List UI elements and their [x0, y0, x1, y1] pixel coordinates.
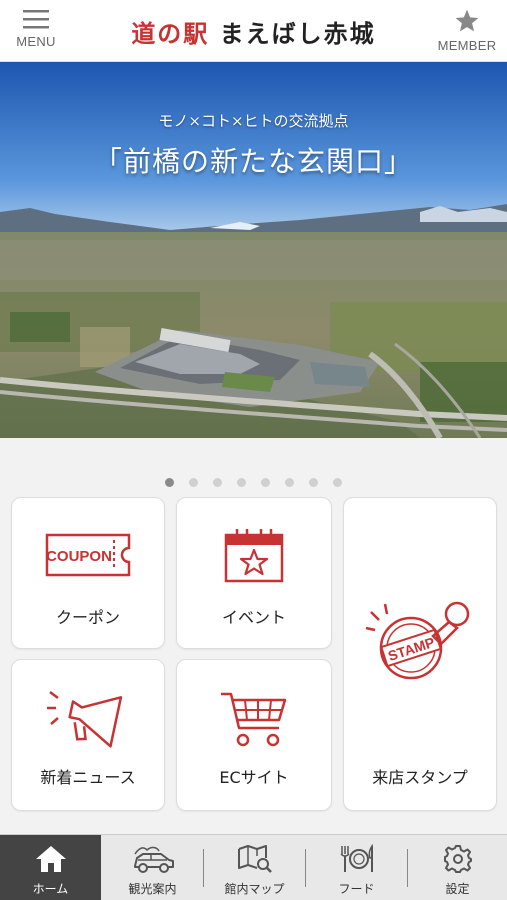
carousel-dot[interactable] — [285, 478, 295, 487]
shopping-cart-icon — [221, 692, 287, 747]
stamp-icon: STAMP — [365, 601, 470, 680]
tab-home-label: ホーム — [32, 882, 69, 896]
news-tile[interactable]: 新着ニュース — [11, 659, 165, 811]
carousel-dot[interactable] — [164, 478, 174, 487]
menu-label: MENU — [16, 34, 56, 49]
news-label: 新着ニュース — [40, 768, 136, 787]
car-icon — [133, 846, 174, 873]
carousel-dot[interactable] — [309, 478, 319, 487]
map-search-icon — [237, 845, 272, 873]
tab-food-label: フード — [338, 882, 375, 896]
member-button[interactable]: MEMBER — [427, 8, 507, 58]
tab-map-label: 館内マップ — [224, 882, 285, 896]
ec-label: ECサイト — [219, 768, 289, 787]
hamburger-icon — [23, 10, 49, 29]
tab-food[interactable]: フード — [306, 835, 407, 900]
carousel-dot[interactable] — [333, 478, 343, 487]
tab-home[interactable]: ホーム — [0, 835, 101, 900]
hero-subtitle: モノ×コト×ヒトの交流拠点 — [158, 112, 349, 130]
cutlery-icon — [339, 844, 373, 872]
carousel-indicator — [0, 472, 507, 487]
coupon-icon-text: COUPON — [46, 548, 112, 565]
coupon-tile[interactable]: COUPON クーポン — [11, 497, 165, 649]
menu-button[interactable]: MENU — [0, 8, 72, 58]
event-tile[interactable]: イベント — [176, 497, 332, 649]
stamp-tile[interactable]: STAMP 来店スタンプ — [343, 497, 497, 811]
member-label: MEMBER — [437, 38, 497, 53]
megaphone-icon — [47, 691, 123, 748]
app-title: 道の駅 まえばし赤城 — [90, 14, 417, 49]
bottom-tab-bar: ホーム 観光案内 館内マップ フード 設定 — [0, 834, 507, 900]
app-header: MENU 道の駅 まえばし赤城 MEMBER — [0, 0, 507, 62]
tab-sightseeing[interactable]: 観光案内 — [102, 835, 203, 900]
carousel-dot[interactable] — [188, 478, 198, 487]
calendar-star-icon — [224, 529, 284, 583]
carousel-dot[interactable] — [261, 478, 271, 487]
ec-tile[interactable]: ECサイト — [176, 659, 332, 811]
tab-sightseeing-label: 観光案内 — [128, 882, 177, 896]
carousel-dot[interactable] — [236, 478, 246, 487]
tab-settings-label: 設定 — [445, 882, 470, 896]
tab-settings[interactable]: 設定 — [408, 835, 507, 900]
event-label: イベント — [221, 608, 286, 627]
coupon-icon: COUPON — [45, 533, 131, 577]
home-icon — [35, 846, 66, 872]
title-name: まえばし赤城 — [219, 20, 376, 48]
stamp-label: 来店スタンプ — [372, 768, 468, 787]
tab-map[interactable]: 館内マップ — [204, 835, 305, 900]
coupon-label: クーポン — [55, 608, 120, 627]
hero-headline: 「前橋の新たな玄関口」 — [93, 145, 413, 178]
gear-icon — [443, 845, 472, 873]
star-icon — [455, 9, 479, 32]
title-station: 道の駅 — [131, 20, 210, 48]
hero-banner[interactable]: モノ×コト×ヒトの交流拠点 「前橋の新たな玄関口」 — [0, 62, 507, 438]
carousel-dot[interactable] — [212, 478, 222, 487]
